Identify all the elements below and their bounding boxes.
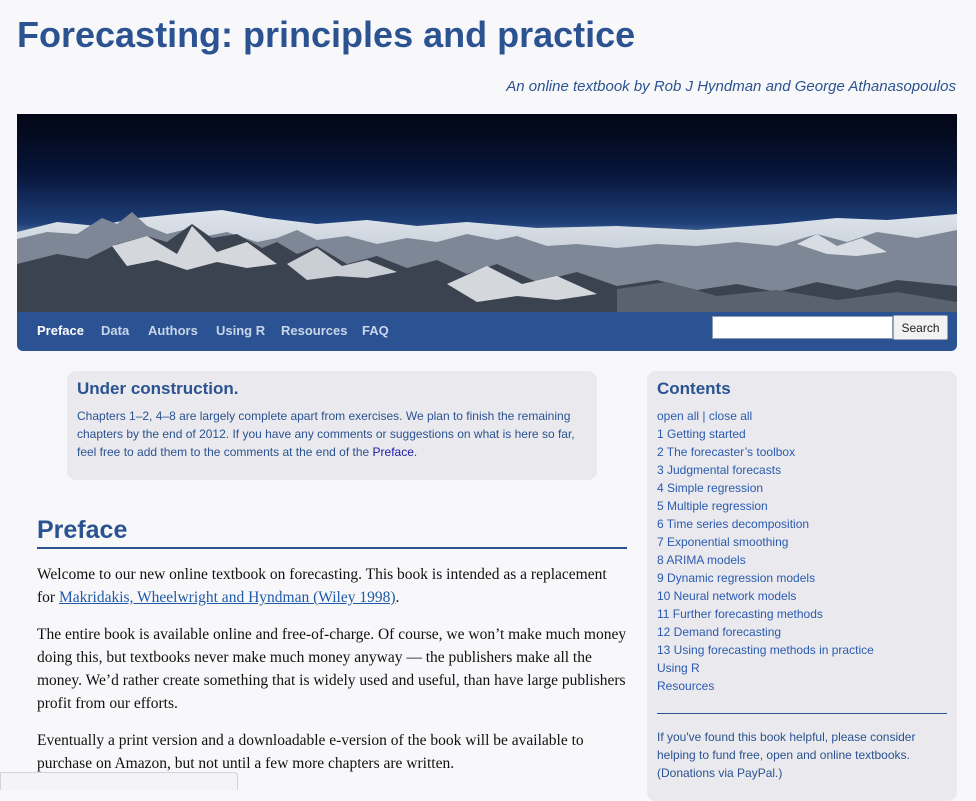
notice-text: Chapters 1–2, 4–8 are largely complete a… <box>77 407 587 461</box>
open-all-link[interactable]: open all <box>657 409 699 423</box>
nav-item-authors[interactable]: Authors <box>148 323 198 338</box>
notice-text-end: . <box>413 445 418 459</box>
header-banner-image <box>17 114 957 312</box>
nav-item-resources[interactable]: Resources <box>281 323 347 338</box>
toc-item-resources[interactable]: Resources <box>657 677 947 695</box>
notice-preface-link[interactable]: Preface <box>373 445 414 459</box>
site-tagline: An online textbook by Rob J Hyndman and … <box>506 78 956 95</box>
preface-content: Welcome to our new online textbook on fo… <box>37 563 627 789</box>
toc-item-getting-started[interactable]: 1 Getting started <box>657 425 947 443</box>
table-of-contents: open all | close all 1 Getting started 2… <box>657 407 947 695</box>
toc-item-forecasters-toolbox[interactable]: 2 The forecaster’s toolbox <box>657 443 947 461</box>
toc-separator: | <box>702 409 706 423</box>
toc-item-further-methods[interactable]: 11 Further forecasting methods <box>657 605 947 623</box>
toc-open-close: open all | close all <box>657 407 947 425</box>
main-navbar: Preface Data Authors Using R Resources F… <box>17 312 957 351</box>
notice-title: Under construction. <box>77 379 239 398</box>
nav-item-data[interactable]: Data <box>101 323 129 338</box>
under-construction-notice: Under construction. Chapters 1–2, 4–8 ar… <box>67 371 597 480</box>
search-input[interactable] <box>712 316 893 339</box>
sidebar-title: Contents <box>657 379 731 398</box>
search-button[interactable]: Search <box>893 315 948 340</box>
site-title: Forecasting: principles and practice <box>17 14 636 55</box>
toc-item-time-series-decomposition[interactable]: 6 Time series decomposition <box>657 515 947 533</box>
close-all-link[interactable]: close all <box>709 409 752 423</box>
makridakis-book-link[interactable]: Makridakis, Wheelwright and Hyndman (Wil… <box>59 589 396 606</box>
donation-text: If you've found this book helpful, pleas… <box>657 730 916 780</box>
preface-paragraph-3: Eventually a print version and a downloa… <box>37 732 584 772</box>
toc-item-using-r[interactable]: Using R <box>657 659 947 677</box>
toc-item-simple-regression[interactable]: 4 Simple regression <box>657 479 947 497</box>
paragraph-text-end: . <box>395 589 400 606</box>
toc-item-arima-models[interactable]: 8 ARIMA models <box>657 551 947 569</box>
toc-item-neural-network[interactable]: 10 Neural network models <box>657 587 947 605</box>
bottom-tab-bar[interactable] <box>0 772 238 790</box>
toc-item-judgmental-forecasts[interactable]: 3 Judgmental forecasts <box>657 461 947 479</box>
nav-item-faq[interactable]: FAQ <box>362 323 389 338</box>
notice-text-body: Chapters 1–2, 4–8 are largely complete a… <box>77 409 575 459</box>
toc-item-dynamic-regression[interactable]: 9 Dynamic regression models <box>657 569 947 587</box>
contents-sidebar: Contents open all | close all 1 Getting … <box>647 371 957 801</box>
toc-item-demand-forecasting[interactable]: 12 Demand forecasting <box>657 623 947 641</box>
preface-paragraph-2: The entire book is available online and … <box>37 626 627 712</box>
preface-paragraph-1: Welcome to our new online textbook on fo… <box>37 563 627 609</box>
toc-item-exponential-smoothing[interactable]: 7 Exponential smoothing <box>657 533 947 551</box>
sidebar-divider <box>657 713 947 714</box>
page-title: Preface <box>37 516 627 549</box>
nav-item-preface[interactable]: Preface <box>37 323 84 338</box>
nav-item-using-r[interactable]: Using R <box>216 323 265 338</box>
toc-item-multiple-regression[interactable]: 5 Multiple regression <box>657 497 947 515</box>
toc-item-methods-in-practice[interactable]: 13 Using forecasting methods in practice <box>657 641 947 659</box>
